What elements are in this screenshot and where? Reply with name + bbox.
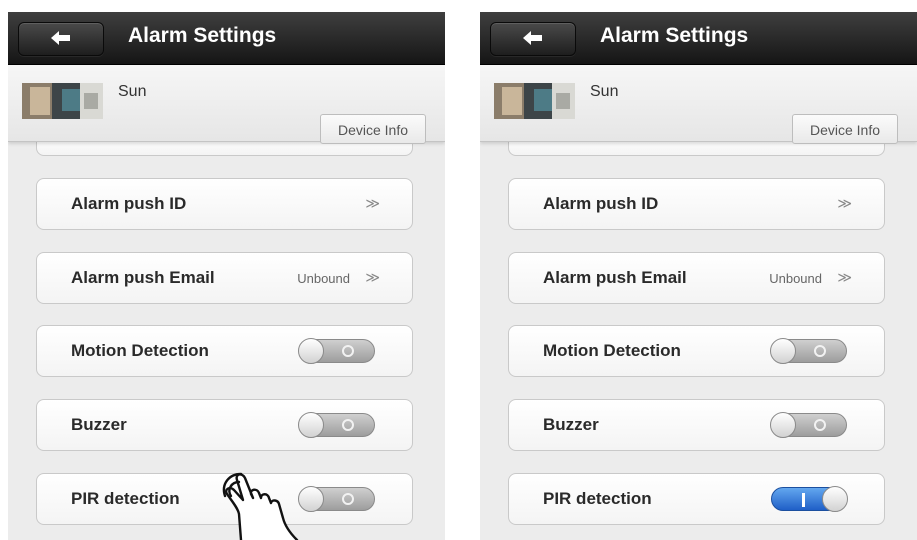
alarm-push-id-row[interactable]: Alarm push ID ≫ — [508, 178, 885, 230]
toggle-off-mark — [814, 345, 826, 357]
pir-detection-toggle[interactable] — [771, 486, 848, 512]
row-label: Alarm push ID — [71, 194, 187, 213]
toggle-on-mark — [802, 493, 805, 507]
device-header: Sun Device Info — [480, 65, 917, 144]
row-label: Alarm push Email — [543, 268, 687, 287]
title-bar: Alarm Settings — [480, 12, 917, 65]
device-name: Sun — [590, 83, 619, 100]
row-label: Alarm push Email — [71, 268, 215, 287]
device-info-button[interactable]: Device Info — [792, 114, 898, 144]
motion-detection-row: Motion Detection — [508, 325, 885, 377]
back-arrow-icon — [523, 31, 542, 45]
page-title: Alarm Settings — [128, 24, 277, 47]
buzzer-row: Buzzer — [36, 399, 413, 451]
hand-pointer-icon — [222, 472, 299, 540]
back-button[interactable] — [490, 22, 576, 56]
toggle-knob — [770, 338, 796, 364]
double-chevron-right-icon: ≫ — [365, 195, 380, 211]
toggle-knob — [770, 412, 796, 438]
row-value: Unbound — [769, 271, 822, 286]
row-label: Motion Detection — [71, 341, 209, 360]
phone-screen-before: Alarm Settings Sun Device Info Alarm pus… — [8, 12, 445, 540]
row-label: Motion Detection — [543, 341, 681, 360]
toggle-knob — [822, 486, 848, 512]
toggle-off-mark — [342, 419, 354, 431]
phone-screen-after: Alarm Settings Sun Device Info Alarm pus… — [480, 12, 917, 540]
device-name: Sun — [118, 83, 147, 100]
device-info-button[interactable]: Device Info — [320, 114, 426, 144]
motion-detection-toggle[interactable] — [298, 338, 375, 364]
double-chevron-right-icon: ≫ — [365, 269, 380, 285]
pir-detection-row: PIR detection — [508, 473, 885, 525]
toggle-knob — [298, 412, 324, 438]
title-bar: Alarm Settings — [8, 12, 445, 65]
row-label: Alarm push ID — [543, 194, 659, 213]
motion-detection-row: Motion Detection — [36, 325, 413, 377]
row-value: Unbound — [297, 271, 350, 286]
alarm-push-email-row[interactable]: Alarm push Email Unbound ≫ — [508, 252, 885, 304]
toggle-off-mark — [342, 345, 354, 357]
double-chevron-right-icon: ≫ — [837, 269, 852, 285]
toggle-knob — [298, 338, 324, 364]
camera-thumbnail[interactable] — [22, 83, 103, 119]
row-label: Buzzer — [71, 415, 127, 434]
alarm-push-email-row[interactable]: Alarm push Email Unbound ≫ — [36, 252, 413, 304]
page-title: Alarm Settings — [600, 24, 749, 47]
row-label: PIR detection — [543, 489, 652, 508]
alarm-push-id-row[interactable]: Alarm push ID ≫ — [36, 178, 413, 230]
buzzer-row: Buzzer — [508, 399, 885, 451]
camera-thumbnail[interactable] — [494, 83, 575, 119]
toggle-off-mark — [814, 419, 826, 431]
row-label: PIR detection — [71, 489, 180, 508]
toggle-off-mark — [342, 493, 354, 505]
buzzer-toggle[interactable] — [298, 412, 375, 438]
motion-detection-toggle[interactable] — [770, 338, 847, 364]
back-button[interactable] — [18, 22, 104, 56]
device-header: Sun Device Info — [8, 65, 445, 144]
double-chevron-right-icon: ≫ — [837, 195, 852, 211]
back-arrow-icon — [51, 31, 70, 45]
row-label: Buzzer — [543, 415, 599, 434]
buzzer-toggle[interactable] — [770, 412, 847, 438]
